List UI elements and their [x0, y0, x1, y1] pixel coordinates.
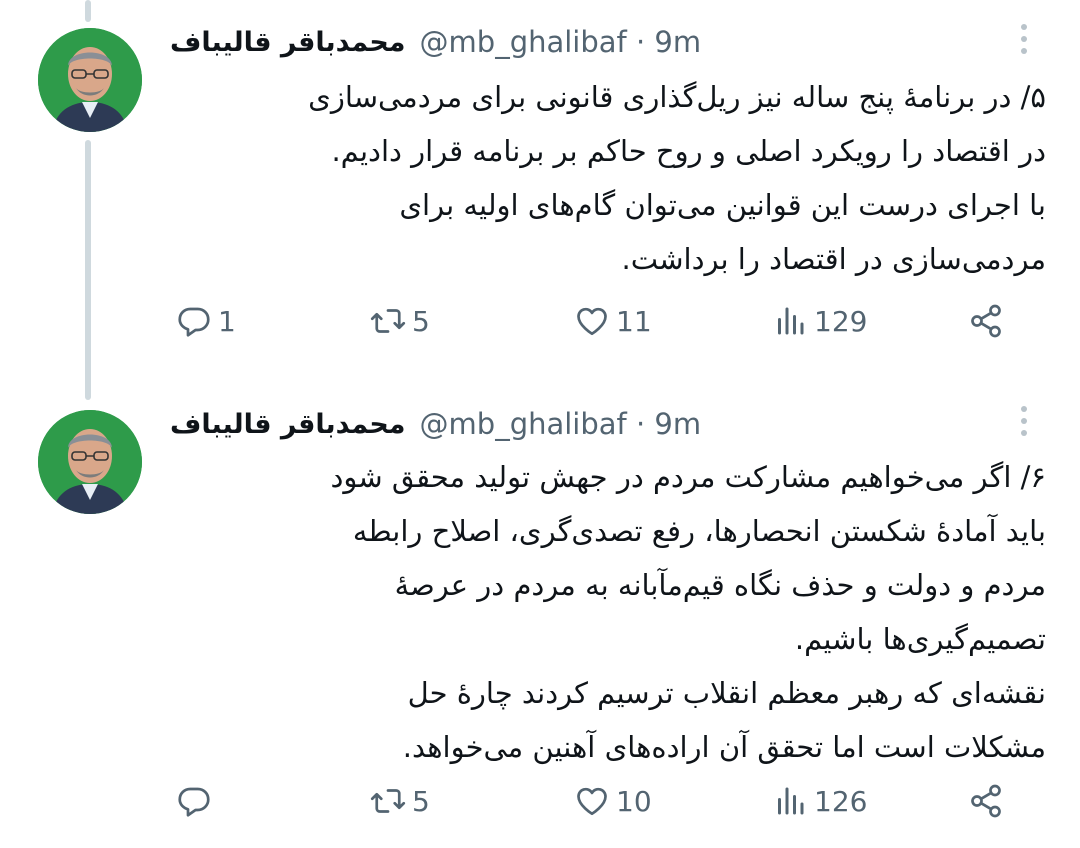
like-button[interactable]: 10	[574, 776, 652, 826]
retweet-icon	[370, 789, 406, 813]
tweet-text-line: ۵/ در برنامهٔ پنج ساله نیز ریل‌گذاری قان…	[308, 80, 1046, 114]
retweet-count: 5	[412, 304, 430, 338]
tweet-text: ۵/ در برنامهٔ پنج ساله نیز ریل‌گذاری قان…	[170, 70, 1046, 286]
avatar[interactable]	[38, 410, 142, 514]
like-count: 11	[616, 304, 652, 338]
display-name[interactable]: محمدباقر قالیباف	[170, 409, 406, 440]
like-count: 10	[616, 784, 652, 818]
share-icon	[971, 784, 1001, 818]
reply-count: 1	[218, 304, 236, 338]
tweet-text-line: تصمیم‌گیری‌ها باشیم.	[794, 622, 1046, 656]
tweet-text-line: با اجرای درست این قوانین می‌توان گام‌های…	[399, 188, 1046, 222]
retweet-button[interactable]: 5	[370, 296, 430, 346]
reply-icon	[178, 307, 210, 337]
tweet-header: محمدباقر قالیباف @mb_ghalibaf · 9m	[170, 20, 1010, 64]
views-button[interactable]: 129	[772, 296, 867, 346]
tweet-text-line: نقشه‌ای که رهبر معظم انقلاب ترسیم کردند …	[407, 676, 1046, 710]
handle-and-time[interactable]: @mb_ghalibaf · 9m	[420, 407, 702, 441]
retweet-icon	[370, 309, 406, 333]
view-count: 126	[814, 784, 868, 818]
share-button[interactable]	[968, 776, 1004, 826]
tweet-text-line: ۶/ اگر می‌خواهیم مشارکت مردم در جهش تولی…	[330, 460, 1046, 494]
more-vertical-icon[interactable]	[1018, 24, 1030, 58]
heart-icon	[577, 307, 607, 336]
share-button[interactable]	[968, 296, 1004, 346]
reply-button[interactable]	[176, 776, 218, 826]
tweet-text-line: مردمی‌سازی در اقتصاد را برداشت.	[621, 242, 1046, 276]
like-button[interactable]: 11	[574, 296, 652, 346]
reply-icon	[178, 787, 210, 817]
retweet-count: 5	[412, 784, 430, 818]
display-name[interactable]: محمدباقر قالیباف	[170, 27, 406, 58]
tweet-header: محمدباقر قالیباف @mb_ghalibaf · 9m	[170, 402, 1010, 446]
avatar[interactable]	[38, 28, 142, 132]
tweet-text-line: در اقتصاد را رویکرد اصلی و روح حاکم بر ب…	[331, 134, 1046, 168]
tweet[interactable]: محمدباقر قالیباف @mb_ghalibaf · 9m ۵/ در…	[0, 0, 1080, 390]
view-count: 129	[814, 304, 868, 338]
tweet-actions: 5 10 126	[0, 776, 1080, 826]
views-icon	[778, 307, 804, 335]
tweet-text-line: مشکلات است اما تحقق آن اراده‌های آهنین م…	[402, 730, 1046, 764]
tweet[interactable]: محمدباقر قالیباف @mb_ghalibaf · 9m ۶/ اگ…	[0, 390, 1080, 848]
handle-and-time[interactable]: @mb_ghalibaf · 9m	[420, 25, 702, 59]
tweet-text-line: باید آمادهٔ شکستن انحصارها، رفع تصدی‌گری…	[352, 514, 1046, 548]
more-vertical-icon[interactable]	[1018, 406, 1030, 440]
share-icon	[971, 304, 1001, 338]
views-button[interactable]: 126	[772, 776, 867, 826]
reply-button[interactable]: 1	[176, 296, 236, 346]
tweet-actions: 1 5 11 129	[0, 296, 1080, 346]
retweet-button[interactable]: 5	[370, 776, 430, 826]
tweet-text-line: مردم و دولت و حذف نگاه قیم‌مآبانه به مرد…	[394, 568, 1046, 602]
heart-icon	[577, 787, 607, 816]
tweet-text: ۶/ اگر می‌خواهیم مشارکت مردم در جهش تولی…	[170, 450, 1046, 774]
views-icon	[778, 787, 804, 815]
